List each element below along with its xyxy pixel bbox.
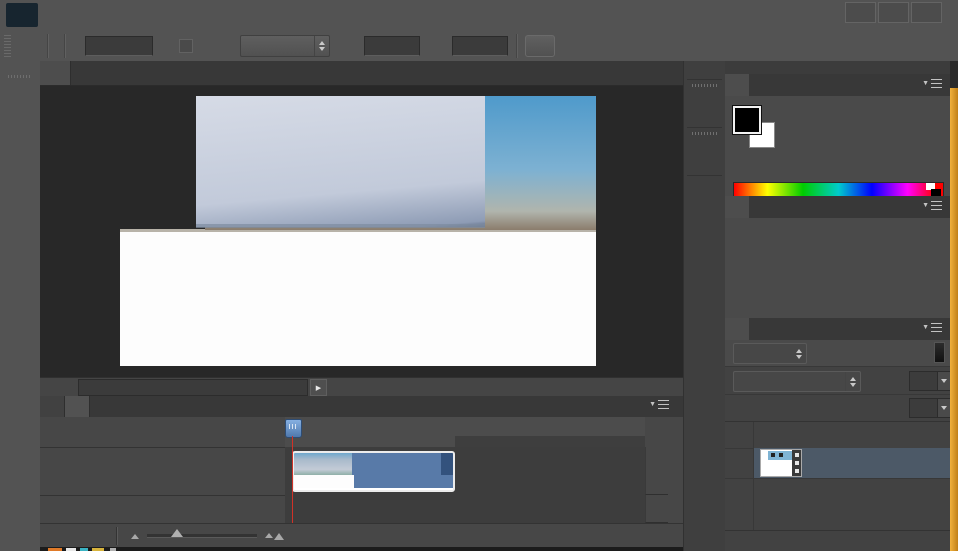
- clip-thumbnail: [294, 453, 352, 475]
- playhead[interactable]: [285, 419, 302, 438]
- history-panel-button[interactable]: [687, 79, 722, 128]
- adjustments-panel-menu-icon[interactable]: ▼: [922, 201, 942, 210]
- document-tab[interactable]: [40, 61, 71, 85]
- tab-paths[interactable]: [773, 318, 797, 340]
- layers-bottom-bar: [725, 530, 950, 551]
- close-button[interactable]: [911, 2, 942, 23]
- blend-mode-row: [725, 366, 951, 395]
- audio-track-header: [40, 495, 285, 524]
- layer-row-layer-1[interactable]: [725, 448, 950, 479]
- fill-field[interactable]: [909, 398, 951, 418]
- feather-input[interactable]: [85, 35, 153, 56]
- opacity-field[interactable]: [909, 371, 951, 391]
- timeline-zoom-slider[interactable]: [147, 529, 257, 538]
- collapsed-panel-dock: [683, 61, 727, 551]
- playhead-line: [292, 436, 293, 523]
- zoom-in-icon[interactable]: [265, 532, 284, 540]
- zoom-out-icon[interactable]: [131, 533, 139, 539]
- color-panel: [725, 96, 950, 197]
- adjustments-panel: [725, 218, 950, 318]
- tools-panel: [0, 61, 41, 551]
- layers-panel-header: ▼: [725, 318, 950, 340]
- color-spectrum-ramp[interactable]: [733, 182, 944, 197]
- tab-timeline[interactable]: [65, 396, 90, 417]
- zoom-slider-thumb[interactable]: [171, 529, 183, 537]
- layer-row-video-group[interactable]: [725, 422, 950, 449]
- canvas[interactable]: [40, 86, 683, 377]
- width-input[interactable]: [364, 35, 420, 56]
- doc-size-field[interactable]: [78, 379, 308, 396]
- timeline-bottom-bar: [40, 523, 683, 548]
- video-track-lane: [285, 447, 645, 496]
- timeline-panel: ▼: [40, 396, 683, 548]
- clip-end-handle[interactable]: [441, 453, 453, 475]
- tab-swatches[interactable]: [749, 74, 773, 96]
- audio-track-lane: [285, 495, 645, 524]
- foreground-color-swatch[interactable]: [732, 105, 762, 135]
- video-track-header: [40, 447, 285, 496]
- timeline-tab-bar: ▼: [40, 396, 683, 417]
- tab-color[interactable]: [725, 74, 749, 96]
- timeline-ruler[interactable]: [285, 417, 645, 448]
- layers-panel: [725, 340, 951, 551]
- document-area: ▶: [40, 61, 683, 397]
- minimize-button[interactable]: [845, 2, 876, 23]
- visibility-toggle[interactable]: [725, 448, 754, 478]
- layers-filter-row: [725, 340, 950, 366]
- document-tab-bar: [40, 61, 683, 86]
- height-input[interactable]: [452, 35, 508, 56]
- window-controls: [845, 2, 942, 23]
- layer-filtering-toggle[interactable]: [934, 342, 945, 363]
- color-panel-menu-icon[interactable]: ▼: [922, 79, 942, 88]
- timeline-panel-menu-icon[interactable]: ▼: [649, 400, 669, 409]
- tab-styles[interactable]: [749, 196, 773, 218]
- transport-controls: [40, 417, 285, 448]
- color-panel-header: ▼: [725, 74, 950, 96]
- options-bar: [0, 30, 958, 62]
- tab-channels[interactable]: [749, 318, 773, 340]
- tab-adjustments[interactable]: [725, 196, 749, 218]
- image-ground: [120, 232, 596, 366]
- add-video-media-button[interactable]: [645, 447, 668, 495]
- tool-preset-icon[interactable]: [15, 34, 39, 58]
- antialias-checkbox[interactable]: [179, 38, 193, 53]
- options-grip: [4, 34, 11, 57]
- tab-mini-bridge[interactable]: [40, 396, 65, 417]
- add-audio-media-button[interactable]: [645, 495, 668, 523]
- status-flyout-button[interactable]: ▶: [310, 379, 327, 396]
- layers-panel-menu-icon[interactable]: ▼: [922, 323, 942, 332]
- desktop-bottom-edge: [40, 547, 683, 551]
- photoshop-logo: [6, 3, 38, 27]
- toolbar-grip[interactable]: [8, 75, 32, 78]
- layers-list: [725, 421, 950, 531]
- photoshop-window: ▶ ▼ ▼ ▼ ▼: [0, 0, 958, 551]
- 3d-panel-button[interactable]: [687, 127, 722, 176]
- layer-filter-kind-select[interactable]: [733, 343, 807, 364]
- lock-row: [725, 394, 951, 422]
- style-select[interactable]: [240, 34, 330, 57]
- video-clip-layer-1[interactable]: [292, 451, 455, 492]
- menu-bar: [0, 0, 958, 31]
- panel-dock: ▼ ▼ ▼: [725, 61, 951, 551]
- blend-mode-select[interactable]: [733, 371, 861, 392]
- visibility-toggle[interactable]: [725, 422, 754, 448]
- image-building: [196, 96, 485, 227]
- adjustments-panel-header: ▼: [725, 196, 950, 218]
- tab-layers[interactable]: [725, 318, 749, 340]
- maximize-button[interactable]: [878, 2, 909, 23]
- desktop-edge: [950, 88, 958, 551]
- refine-edge-button[interactable]: [525, 34, 555, 57]
- layer-thumbnail[interactable]: [760, 449, 802, 477]
- status-bar: ▶: [40, 377, 683, 397]
